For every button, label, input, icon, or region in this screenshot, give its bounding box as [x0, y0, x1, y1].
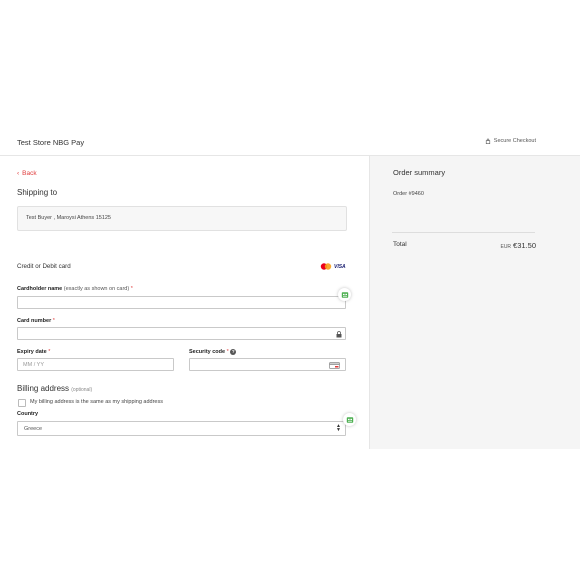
billing-optional: (optional)	[71, 387, 93, 393]
cardholder-label: Cardholder name (exactly as shown on car…	[17, 286, 133, 292]
order-summary-title: Order summary	[393, 168, 446, 177]
lock-icon	[336, 331, 342, 338]
help-icon[interactable]: ?	[230, 349, 237, 355]
card-section-title: Credit or Debit card	[17, 263, 71, 270]
shipping-address-box: Test Buyer , Maroysi Athens 15125	[17, 206, 347, 231]
country-label: Country	[17, 411, 39, 417]
visa-logo: VISA	[334, 263, 346, 270]
checkout-frame: Test Store NBG Pay Secure Checkout ‹ Bac…	[0, 130, 580, 449]
card-brand-logos: VISA	[320, 263, 346, 270]
secure-checkout: Secure Checkout	[485, 138, 536, 144]
total-amount: EUR €31.50	[500, 241, 536, 250]
total-value: €31.50	[513, 241, 536, 250]
back-link[interactable]: ‹ Back	[17, 170, 37, 177]
expiry-label: Expiry date *	[17, 349, 50, 355]
country-select[interactable]: Greece ▲ ▼	[17, 421, 346, 436]
store-name: Test Store NBG Pay	[17, 138, 85, 147]
total-currency: EUR	[500, 244, 512, 250]
select-arrows-icon: ▲ ▼	[336, 423, 341, 433]
cardholder-hint: (exactly as shown on card)	[63, 286, 130, 292]
shipping-address: Test Buyer , Maroysi Athens 15125	[26, 215, 111, 221]
expiry-date-input[interactable]: MM / YY	[17, 358, 174, 371]
card-number-input[interactable]	[17, 327, 346, 340]
cardholder-label-text: Cardholder name	[17, 286, 63, 292]
country-value: Greece	[24, 426, 43, 432]
secure-checkout-label: Secure Checkout	[493, 138, 536, 144]
autofill-card-icon	[341, 291, 348, 298]
security-code-input[interactable]	[189, 358, 346, 371]
lock-icon	[485, 138, 490, 144]
cardholder-name-input[interactable]	[17, 296, 346, 309]
security-code-label: Security code * ?	[189, 349, 237, 355]
billing-title: Billing address (optional)	[17, 384, 92, 393]
shipping-title: Shipping to	[17, 188, 58, 197]
billing-title-text: Billing address	[17, 384, 70, 393]
card-number-label: Card number *	[17, 318, 55, 324]
autofill-badge[interactable]	[338, 288, 351, 301]
autofill-badge[interactable]	[343, 413, 356, 426]
autofill-card-icon	[346, 416, 353, 423]
chevron-left-icon: ‹	[17, 170, 20, 177]
expiry-placeholder: MM / YY	[23, 362, 44, 368]
card-number-label-text: Card number	[17, 318, 52, 324]
required-mark: *	[130, 286, 133, 292]
required-mark: *	[48, 349, 51, 355]
security-code-label-text: Security code	[189, 349, 226, 355]
required-mark: *	[226, 349, 229, 355]
expiry-label-text: Expiry date	[17, 349, 47, 355]
order-number: Order #9460	[393, 191, 424, 197]
order-summary-panel: Order summary Order #9460 Total EUR €31.5…	[369, 156, 580, 449]
checkout-form: ‹ Back Shipping to Test Buyer , Maroysi …	[0, 156, 368, 449]
same-address-checkbox[interactable]	[18, 399, 26, 407]
header-bar: Test Store NBG Pay Secure Checkout	[0, 130, 580, 156]
same-address-label[interactable]: My billing address is the same as my shi…	[30, 399, 163, 405]
required-mark: *	[52, 318, 55, 324]
total-label: Total	[393, 241, 407, 248]
mastercard-icon	[320, 263, 332, 270]
cvv-card-icon	[329, 362, 340, 369]
back-label: Back	[22, 170, 37, 177]
summary-divider	[392, 232, 535, 233]
